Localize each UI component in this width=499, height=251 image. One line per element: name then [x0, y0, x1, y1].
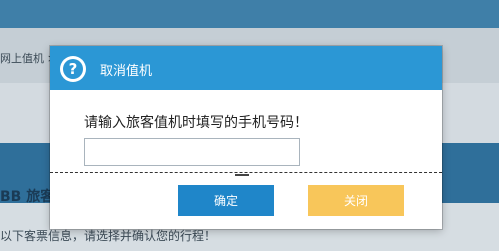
confirm-button[interactable]: 确定 — [178, 185, 274, 216]
dialog-header: ? 取消值机 — [50, 46, 442, 90]
cancel-checkin-dialog: ? 取消值机 请输入旅客值机时填写的手机号码！ 确定 关闭 — [50, 46, 442, 229]
dialog-title: 取消值机 — [100, 64, 153, 79]
dialog-divider — [50, 172, 442, 173]
divider-mark — [235, 174, 249, 176]
question-circle-icon: ? — [60, 56, 86, 82]
breadcrumb[interactable]: 网上值机 > — [0, 50, 57, 66]
ticket-info-notice: 以下客票信息，请选择并确认您的行程！ — [0, 229, 217, 243]
phone-number-input[interactable] — [84, 138, 300, 166]
passenger-section-heading: BB 旅客 — [0, 189, 55, 205]
close-button[interactable]: 关闭 — [308, 185, 404, 216]
page-top-bar — [0, 0, 499, 28]
phone-prompt-text: 请输入旅客值机时填写的手机号码！ — [84, 115, 308, 131]
